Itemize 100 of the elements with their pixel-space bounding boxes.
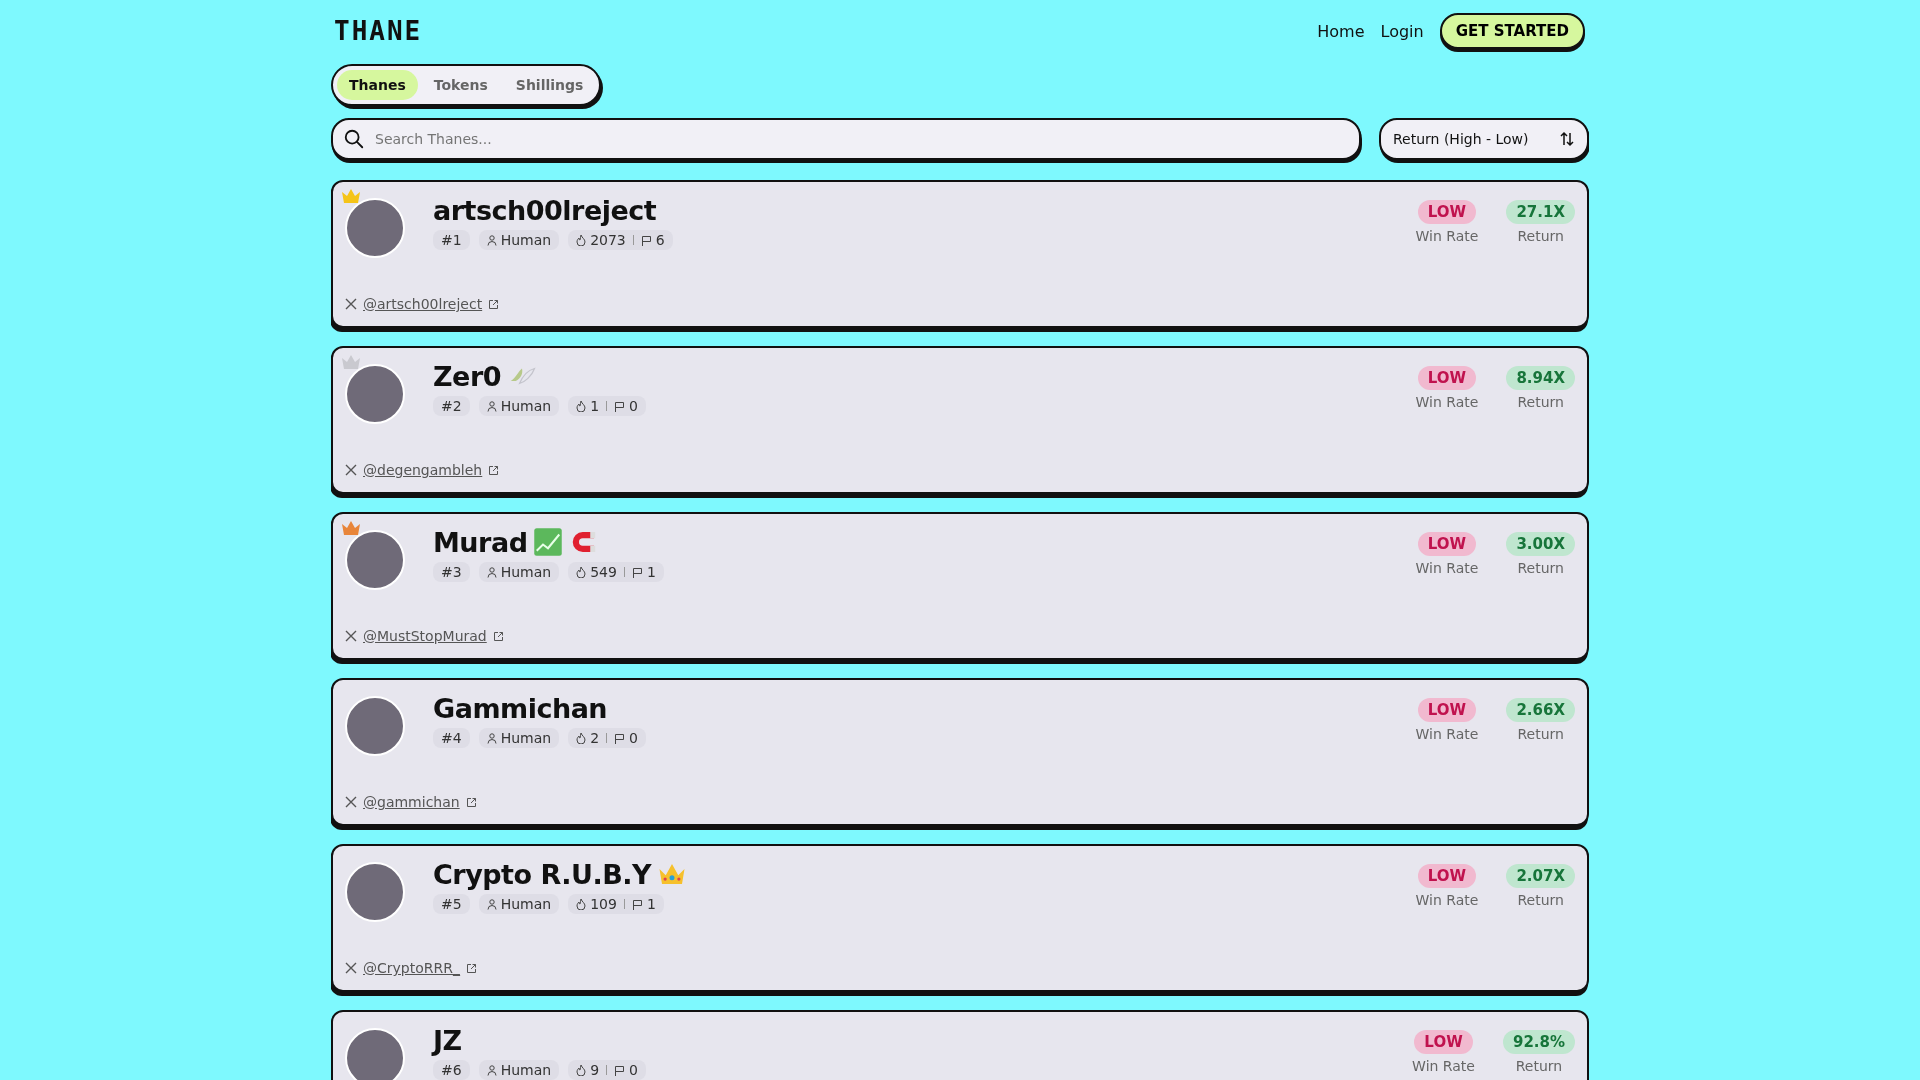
thane-card[interactable]: JZ #6 Human 9 0 LOW Win Rate 92.8% Return <box>331 1010 1589 1080</box>
profile-link[interactable]: @degengambleh <box>363 462 483 478</box>
score-count: 9 <box>590 1062 600 1078</box>
return-label: Return <box>1517 892 1564 908</box>
win-rate-label: Win Rate <box>1415 228 1479 244</box>
chart-icon <box>533 527 564 557</box>
score-count: 2 <box>590 730 600 746</box>
comment-count: 1 <box>646 896 656 912</box>
nav-link[interactable]: Home <box>1317 21 1365 41</box>
sort-arrows-icon <box>1559 131 1575 147</box>
comment-count: 1 <box>646 564 656 580</box>
x-logo-icon <box>345 796 357 808</box>
return-label: Return <box>1515 1058 1563 1074</box>
type-label: Human <box>500 232 552 248</box>
x-logo-icon <box>345 464 357 476</box>
return-label: Return <box>1517 726 1564 742</box>
return-pill: 2.07X <box>1506 864 1575 888</box>
return-pill: 92.8% <box>1502 1030 1575 1054</box>
win-rate-label: Win Rate <box>1415 892 1479 908</box>
profile-link[interactable]: @artsch00lreject <box>363 296 483 312</box>
rank-chip: #3 <box>433 562 470 582</box>
win-rate-pill: LOW <box>1417 864 1477 888</box>
sort-value: Return (High - Low) <box>1393 131 1529 147</box>
return-pill: 27.1X <box>1506 200 1575 224</box>
flag-icon <box>631 566 643 578</box>
win-rate-pill: LOW <box>1414 1030 1473 1054</box>
tab[interactable]: Shillings <box>503 70 596 100</box>
x-logo-icon <box>345 298 357 310</box>
rank-chip: #4 <box>433 728 470 748</box>
external-link-icon <box>465 796 477 808</box>
flag-icon <box>631 898 643 910</box>
person-icon <box>486 732 497 744</box>
avatar-picture <box>345 1028 405 1080</box>
rank-chip: #6 <box>433 1060 470 1080</box>
thane-name: Zer0 <box>433 360 501 392</box>
score-count: 549 <box>590 564 617 580</box>
get-started-button[interactable]: GET STARTED <box>1439 13 1585 49</box>
type-label: Human <box>500 398 552 414</box>
flag-icon <box>614 1064 626 1076</box>
avatar-picture <box>345 696 405 756</box>
external-link-icon <box>488 464 500 476</box>
avatar-picture <box>345 862 405 922</box>
logo[interactable]: THANE <box>334 16 423 46</box>
win-rate-label: Win Rate <box>1415 394 1479 410</box>
type-label: Human <box>500 564 552 580</box>
type-label: Human <box>500 730 552 746</box>
win-rate-pill: LOW <box>1417 366 1477 390</box>
type-label: Human <box>500 896 552 912</box>
comment-count: 6 <box>655 232 665 248</box>
flame-icon <box>576 234 587 246</box>
win-rate-pill: LOW <box>1417 532 1477 556</box>
profile-link[interactable]: @CryptoRRR_ <box>363 960 460 976</box>
avatar-picture <box>345 364 405 424</box>
win-rate-label: Win Rate <box>1415 726 1479 742</box>
person-icon <box>486 234 497 246</box>
external-link-icon <box>492 630 504 642</box>
win-rate-label: Win Rate <box>1412 1058 1475 1074</box>
rank-chip: #1 <box>433 230 470 250</box>
comment-count: 0 <box>629 398 638 414</box>
person-icon <box>486 566 497 578</box>
flag-icon <box>640 234 652 246</box>
nav-link[interactable]: Login <box>1380 21 1424 41</box>
return-label: Return <box>1517 228 1564 244</box>
thane-name: Crypto R.U.B.Y <box>433 858 652 890</box>
thane-name: Murad <box>433 526 528 558</box>
return-label: Return <box>1517 394 1564 410</box>
rank-chip: #5 <box>433 894 470 914</box>
external-link-icon <box>488 298 500 310</box>
score-count: 109 <box>590 896 617 912</box>
x-logo-icon <box>345 630 357 642</box>
comment-count: 0 <box>629 1062 638 1078</box>
flame-icon <box>576 566 587 578</box>
rank-chip: #2 <box>433 396 470 416</box>
flame-icon <box>576 898 587 910</box>
person-icon <box>486 400 497 412</box>
person-icon <box>486 1064 497 1076</box>
return-pill: 3.00X <box>1506 532 1575 556</box>
score-count: 2073 <box>590 232 626 248</box>
return-pill: 2.66X <box>1506 698 1575 722</box>
thane-name: Gammichan <box>433 692 608 724</box>
profile-link[interactable]: @MustStopMurad <box>363 628 487 644</box>
tab[interactable]: Tokens <box>421 70 500 100</box>
thane-name: JZ <box>433 1024 462 1056</box>
flame-icon <box>576 732 587 744</box>
external-link-icon <box>465 962 477 974</box>
sort-dropdown[interactable]: Return (High - Low) <box>1379 118 1589 160</box>
comment-count: 0 <box>629 730 638 746</box>
profile-link[interactable]: @gammichan <box>363 794 460 810</box>
thane-name: artsch00lreject <box>433 194 657 226</box>
search-field[interactable]: Search Thanes... <box>331 118 1361 160</box>
tab[interactable]: Thanes <box>337 70 418 100</box>
flag-icon <box>614 400 626 412</box>
flame-icon <box>576 400 587 412</box>
x-logo-icon <box>345 962 357 974</box>
flag-icon <box>614 732 626 744</box>
type-label: Human <box>500 1062 552 1078</box>
person-icon <box>486 898 497 910</box>
win-rate-pill: LOW <box>1417 200 1477 224</box>
score-count: 1 <box>590 398 600 414</box>
return-pill: 8.94X <box>1506 366 1575 390</box>
